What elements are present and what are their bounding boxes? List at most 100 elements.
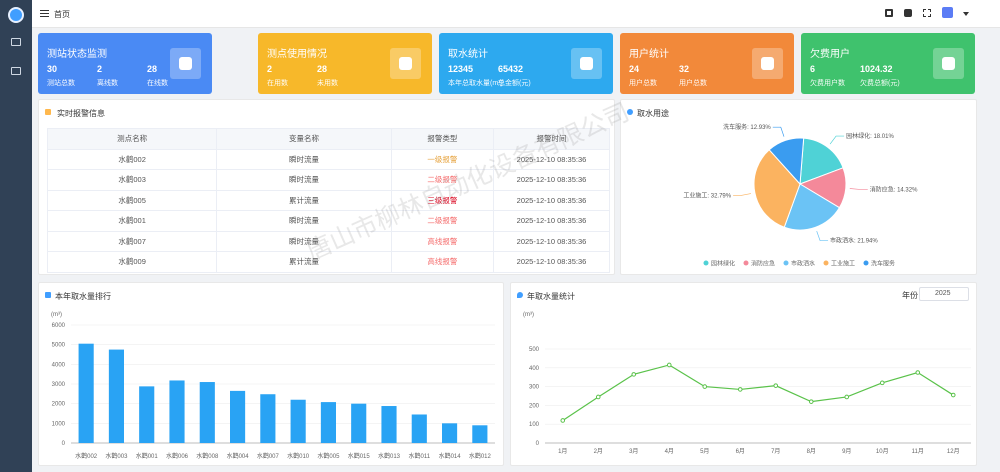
x-tick-label: 3月 bbox=[629, 448, 638, 455]
stat-card-users: 用户统计 24 用户总数 32 用户总数 bbox=[620, 33, 794, 94]
x-tick-label: 5月 bbox=[700, 448, 709, 455]
legend-marker bbox=[743, 260, 749, 266]
x-tick-label: 2月 bbox=[594, 448, 603, 455]
table-row[interactable]: 水鹳001 瞬时流量 二级报警 2025-12-10 08:35:36 bbox=[46, 210, 611, 232]
x-tick-label: 12月 bbox=[947, 448, 960, 455]
y-tick-label: 500 bbox=[529, 347, 540, 353]
x-tick-label: 水鹳007 bbox=[257, 452, 280, 460]
table-row[interactable]: 水鹳003 瞬时流量 二级报警 2025-12-10 08:35:36 bbox=[46, 169, 611, 191]
y-tick-label: 6000 bbox=[52, 323, 66, 329]
series-line bbox=[562, 364, 954, 421]
table-cell: 一级报警 bbox=[390, 148, 494, 170]
table-cell: 2025-12-10 08:35:36 bbox=[492, 210, 611, 232]
y-tick-label: 0 bbox=[536, 441, 540, 447]
y-tick-label: 5000 bbox=[52, 343, 66, 349]
legend-marker bbox=[823, 260, 829, 266]
y-tick-label: 100 bbox=[529, 422, 540, 428]
bar bbox=[260, 394, 276, 443]
stat-icon bbox=[752, 48, 783, 79]
avatar[interactable] bbox=[942, 7, 953, 18]
x-tick-label: 8月 bbox=[807, 448, 816, 455]
stat-value: 24 bbox=[629, 64, 640, 74]
stat-value: 6 bbox=[810, 64, 816, 74]
table-cell: 瞬时流量 bbox=[216, 148, 392, 170]
y-axis-unit: (m³) bbox=[523, 312, 534, 318]
legend-label: 洗车服务 bbox=[871, 260, 895, 268]
x-tick-label: 11月 bbox=[912, 448, 924, 455]
stat-title: 用户统计 bbox=[629, 49, 669, 60]
table-row[interactable]: 水鹳007 瞬时流量 高线报警 2025-12-10 08:35:36 bbox=[46, 230, 611, 252]
bar bbox=[381, 406, 397, 443]
stat-value: 30 bbox=[47, 64, 58, 74]
table-cell: 水鹳002 bbox=[46, 148, 218, 170]
table-cell: 累计流量 bbox=[216, 251, 392, 273]
y-tick-label: 300 bbox=[529, 385, 540, 391]
data-point bbox=[560, 418, 566, 423]
table-row[interactable]: 水鹳009 累计流量 高线报警 2025-12-10 08:35:36 bbox=[46, 251, 611, 273]
ranking-bar-chart: (m³) 0 1000 2000 3000 4000 5000 6000 水鹳002 水鹳003 水… bbox=[51, 312, 495, 460]
bar bbox=[290, 399, 306, 443]
stat-title: 欠费用户 bbox=[810, 49, 850, 60]
nav-item-dashboard-icon[interactable] bbox=[11, 38, 21, 46]
y-tick-label: 4000 bbox=[52, 362, 66, 368]
bar bbox=[78, 343, 94, 443]
table-cell: 瞬时流量 bbox=[216, 230, 392, 252]
legend-marker bbox=[783, 260, 789, 266]
table-row[interactable]: 水鹳002 瞬时流量 一级报警 2025-12-10 08:35:36 bbox=[46, 148, 611, 170]
legend-marker bbox=[863, 260, 869, 266]
breadcrumb[interactable]: 首页 bbox=[54, 9, 70, 20]
table-cell: 2025-12-10 08:35:36 bbox=[492, 251, 611, 273]
x-tick-label: 9月 bbox=[842, 448, 851, 455]
chevron-down-icon[interactable] bbox=[963, 12, 969, 16]
message-icon[interactable] bbox=[904, 9, 912, 17]
table-cell: 二级报警 bbox=[390, 210, 494, 232]
top-bar: 首页 bbox=[32, 0, 1000, 28]
x-tick-label: 7月 bbox=[771, 448, 780, 455]
app-logo[interactable] bbox=[8, 7, 24, 23]
legend-label: 工业施工 bbox=[831, 260, 855, 268]
bar bbox=[108, 349, 124, 443]
stat-label: 离线数 bbox=[97, 80, 118, 87]
pie-label-line bbox=[733, 193, 751, 196]
stat-card-stations: 测站状态监测 30 测站总数 2 离线数 28 在线数 bbox=[38, 33, 212, 94]
fullscreen-icon[interactable] bbox=[923, 9, 931, 17]
y-tick-label: 3000 bbox=[52, 382, 66, 388]
table-cell: 高线报警 bbox=[390, 230, 494, 252]
stat-value: 2 bbox=[97, 64, 103, 74]
legend-label: 消防应急 bbox=[751, 260, 775, 268]
pie-slice-label: 工业施工: 32.79% bbox=[683, 191, 731, 199]
alarm-panel-title: 实时报警信息 bbox=[57, 109, 105, 118]
pie-slice-label: 洗车服务: 12.93% bbox=[723, 123, 771, 131]
x-tick-label: 水鹳012 bbox=[469, 452, 492, 460]
table-row[interactable]: 水鹳005 累计流量 三级报警 2025-12-10 08:35:36 bbox=[46, 189, 611, 211]
bar bbox=[320, 402, 336, 443]
table-cell: 水鹳005 bbox=[46, 189, 218, 211]
data-point bbox=[879, 380, 885, 386]
data-point bbox=[595, 394, 601, 400]
nav-item-monitor-icon[interactable] bbox=[11, 67, 21, 75]
table-cell: 水鹳009 bbox=[46, 251, 218, 273]
menu-toggle-icon[interactable] bbox=[40, 10, 49, 17]
data-point bbox=[702, 384, 708, 389]
table-cell: 瞬时流量 bbox=[216, 210, 392, 232]
table-cell: 水鹳007 bbox=[46, 230, 218, 252]
stat-icon bbox=[170, 48, 201, 79]
pie-label-line bbox=[816, 231, 829, 241]
bar bbox=[230, 390, 246, 443]
yearly-line-chart: (m³) 0 100 200 300 400 500 1月 2月 3月 4月 5月 6月 7月 8月 9月 10… bbox=[523, 312, 971, 455]
stat-card-points: 测点使用情况 2 在用数 28 未用数 bbox=[258, 33, 432, 94]
legend-marker bbox=[703, 260, 709, 266]
usage-pie-chart: 园林绿化: 18.01% 消防应急: 14.32% 市政洒水: 21.94% 工业施工… bbox=[683, 123, 918, 268]
stat-icon bbox=[571, 48, 602, 79]
layout-icon[interactable] bbox=[885, 9, 893, 17]
data-point bbox=[844, 394, 850, 400]
pie-label-line bbox=[772, 126, 785, 137]
stat-label: 在用数 bbox=[267, 80, 288, 87]
pie-slice-label: 园林绿化: 18.01% bbox=[846, 132, 894, 140]
x-tick-label: 10月 bbox=[876, 448, 889, 455]
bar bbox=[442, 423, 458, 443]
table-cell: 2025-12-10 08:35:36 bbox=[492, 169, 611, 191]
data-point bbox=[950, 392, 956, 398]
table-header-cell: 报警时间 bbox=[492, 128, 611, 150]
table-cell: 2025-12-10 08:35:36 bbox=[492, 189, 611, 211]
